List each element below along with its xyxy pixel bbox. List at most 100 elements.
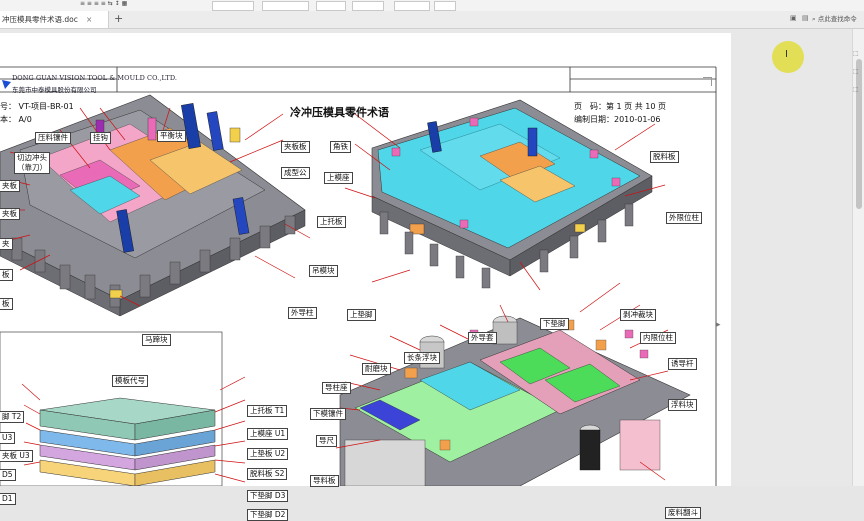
plate-row-left: D1 xyxy=(0,493,16,505)
plate-name: 下垫脚 xyxy=(250,491,273,500)
mouse-cursor-highlight: I xyxy=(772,41,804,73)
label-stripper-plate: 脱料板 xyxy=(650,151,679,163)
label-inner-stop-pillar: 内限位柱 xyxy=(640,332,676,344)
label-guide-rail: 导尺 xyxy=(316,435,337,447)
label-clamp-plate: 夹板板 xyxy=(281,141,310,153)
label-upper-foot: 上垫脚 xyxy=(347,309,376,321)
plate-row: 下垫脚 D2 xyxy=(247,509,289,521)
plate-row: 上垫板 U2 xyxy=(247,448,289,460)
text-tools-button[interactable] xyxy=(352,1,384,11)
plate-row-left: 夹板 U3 xyxy=(0,450,33,462)
doc-number-value: VT-项目-BR-01 xyxy=(18,102,74,111)
new-style-button[interactable] xyxy=(316,1,346,11)
label-lower-die-insert: 下模镶件 xyxy=(310,408,346,420)
new-tab-button[interactable]: + xyxy=(114,11,123,27)
label-outer-stop-pillar: 外限位柱 xyxy=(666,212,702,224)
plate-code: D2 xyxy=(274,510,286,519)
tab-title: 冲压模具零件术语.doc xyxy=(2,15,78,24)
save-icon[interactable]: ▣ xyxy=(790,14,797,22)
plate-name: 下垫脚 xyxy=(250,510,273,519)
label-lifting-block: 吊模块 xyxy=(309,265,338,277)
document-tab-bar: 冲压模具零件术语.doc × + ▣ ▤ ⌕ 点此查找命令 xyxy=(0,11,864,29)
plate-code: D1 xyxy=(2,494,13,503)
scroll-thumb[interactable] xyxy=(856,59,862,209)
spacing-select[interactable] xyxy=(262,1,309,11)
label-forming-punch: 成型公 xyxy=(281,167,310,179)
label-material-guide: 导料板 xyxy=(310,475,339,487)
label-floating-block: 浮料块 xyxy=(668,399,697,411)
plate-stack xyxy=(0,331,223,486)
label-outer-guide-pillar: 外导柱 xyxy=(288,307,317,319)
label-trim-punch: 切边冲头 （靠刀） xyxy=(14,152,50,174)
page-title: 冷冲压模具零件术语 xyxy=(290,106,389,119)
side-tool-icon[interactable]: ⬚ xyxy=(853,86,859,93)
select-button[interactable] xyxy=(434,1,456,11)
plate-row: 上模座 U1 xyxy=(247,428,289,440)
document-page[interactable]: DONG GUAN VISION TOOL & MOULD CO.,LTD. 东… xyxy=(0,33,731,521)
company-name-en: DONG GUAN VISION TOOL & MOULD CO.,LTD. xyxy=(12,74,178,82)
page-corner-mark xyxy=(703,77,712,86)
plate-row: 下垫脚 D3 xyxy=(247,490,289,502)
upper-mould-left xyxy=(0,94,306,317)
label-outer-guide-bush: 外导套 xyxy=(468,332,497,344)
plate-name: 上垫板 xyxy=(250,449,273,458)
company-logo xyxy=(2,74,11,89)
doc-number: 号： VT-项目-BR-01 xyxy=(0,101,74,112)
label-scrap-chute: 废料翻斗 xyxy=(665,507,701,519)
side-tool-icon[interactable]: ⬚ xyxy=(853,50,859,57)
plate-name: 夹板 xyxy=(2,451,17,460)
plate-code: U1 xyxy=(274,429,286,438)
vertical-scrollbar[interactable] xyxy=(852,29,864,486)
label-pilot-pin: 诱导杆 xyxy=(668,358,697,370)
lower-mould-right xyxy=(339,315,691,486)
label-edge-1: 夹板 xyxy=(0,180,20,192)
label-upper-die-seat: 上模座 xyxy=(324,172,353,184)
plate-code: D5 xyxy=(2,470,13,479)
company-name-cn: 东莞市中泰模具股份有限公司 xyxy=(12,86,97,94)
page-number: 页 码：第 1 页 共 10 页 xyxy=(574,102,666,111)
plate-code: U3 xyxy=(19,451,30,460)
doc-number-label: 号： xyxy=(0,102,16,111)
upper-mould-right xyxy=(371,99,653,289)
side-tool-icon[interactable]: ⬚ xyxy=(853,68,859,75)
ruler-marker[interactable]: ▸ xyxy=(716,320,721,330)
plate-row: 脱料板 S2 xyxy=(247,468,288,480)
tab-document[interactable]: 冲压模具零件术语.doc × xyxy=(0,11,109,28)
label-horseshoe-block: 马蹄块 xyxy=(142,334,171,346)
plate-row: 上托板 T1 xyxy=(247,405,288,417)
search-input[interactable]: ⌕ 点此查找命令 xyxy=(812,13,857,24)
plate-name: 脱料板 xyxy=(250,469,273,478)
label-press-insert: 压料镶件 xyxy=(35,132,71,144)
share-icon[interactable]: ▤ xyxy=(802,14,809,22)
plate-code: D3 xyxy=(274,491,286,500)
find-replace-button[interactable] xyxy=(394,1,430,11)
plate-code: U2 xyxy=(274,449,286,458)
label-upper-support: 上托板 xyxy=(317,216,346,228)
label-edge-2: 夹板 xyxy=(0,208,20,220)
style-select[interactable] xyxy=(212,1,254,11)
label-long-float-block: 长条浮块 xyxy=(404,352,440,364)
version: 本： A/0 xyxy=(0,114,32,125)
plate-row-left: 脚 T2 xyxy=(0,411,25,423)
plate-row-left: D5 xyxy=(0,469,16,481)
plate-name: 上模座 xyxy=(250,429,273,438)
plate-code: T1 xyxy=(274,406,285,415)
plate-code: U3 xyxy=(2,433,13,442)
label-balance-block: 平衡块 xyxy=(157,130,186,142)
close-icon[interactable]: × xyxy=(86,11,92,28)
version-label: 本： xyxy=(0,115,16,124)
plate-code: T2 xyxy=(11,412,22,421)
label-shear-block: 剥冲裁块 xyxy=(620,309,656,321)
label-angle-iron: 角铁 xyxy=(330,141,351,153)
label-guide-pillar-seat: 导柱座 xyxy=(322,382,351,394)
label-lower-foot: 下垫脚 xyxy=(540,318,569,330)
text-cursor-icon: I xyxy=(785,49,788,60)
plate-name: 上托板 xyxy=(250,406,273,415)
search-placeholder: 点此查找命令 xyxy=(817,15,857,23)
plate-row-left: U3 xyxy=(0,432,16,444)
label-hook: 挂钩 xyxy=(90,132,111,144)
label-edge-5: 板 xyxy=(0,298,13,310)
version-value: A/0 xyxy=(18,115,32,124)
format-icons[interactable]: ≡ ≡ ≡ ≡ ⇆ ↕ ▦ xyxy=(80,0,127,7)
label-edge-3: 夹 xyxy=(0,238,13,250)
